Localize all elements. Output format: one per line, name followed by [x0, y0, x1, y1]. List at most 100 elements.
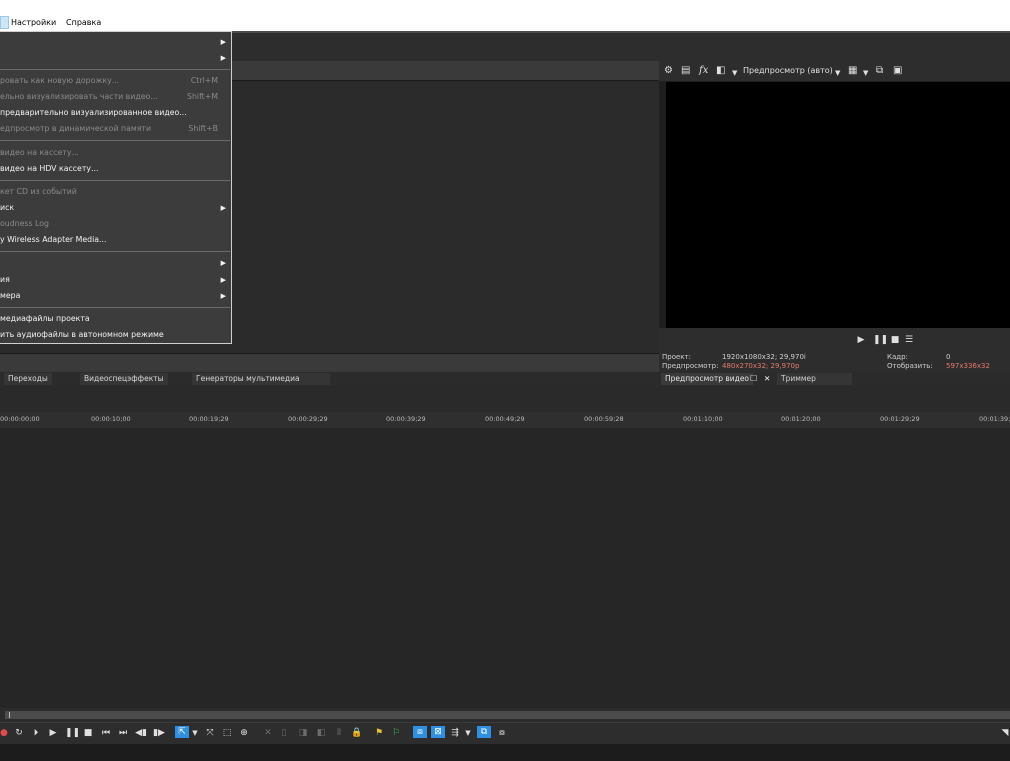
grid-icon[interactable]: ▦ [848, 65, 857, 77]
play-icon[interactable]: ▶ [48, 727, 58, 739]
scrollbar-grip [9, 712, 10, 718]
gear-icon[interactable]: ⚙ [664, 65, 673, 77]
trim-icon[interactable]: ▯ [279, 727, 289, 739]
scrollbar-thumb[interactable] [5, 711, 1010, 719]
menu-icon[interactable]: ☰ [904, 334, 914, 346]
tools-dropdown-menu: ▶ ▶ ровать как новую дорожку... Ctrl+M ел… [0, 31, 232, 344]
chevron-right-icon: ▶ [220, 276, 226, 284]
lock-envelopes-icon[interactable]: ⧉ [477, 726, 491, 738]
trim-start-icon[interactable]: ◨ [297, 727, 309, 739]
tab-trimmer[interactable]: Триммер [777, 373, 852, 385]
menu-help[interactable]: Справка [66, 18, 101, 27]
preview-properties-icon[interactable]: ▤ [681, 65, 690, 77]
menu-settings[interactable]: Настройки [11, 18, 56, 27]
ruler-tick: 00:01:20;00 [781, 415, 821, 423]
split-icon[interactable]: ⫴ [333, 727, 345, 739]
menu-item-loudness-log[interactable]: oudness Log [0, 216, 230, 232]
go-to-start-icon[interactable]: ⏮ [100, 727, 112, 739]
copy-snapshot-icon[interactable]: ⧉ [876, 65, 883, 77]
chevron-down-icon[interactable]: ▼ [464, 727, 472, 739]
chevron-down-icon[interactable]: ▼ [863, 67, 868, 79]
menu-item-highlighted[interactable] [0, 16, 9, 29]
pause-icon[interactable]: ❚❚ [65, 727, 80, 739]
menu-item-burn-cd[interactable]: кет CD из событий [0, 184, 230, 200]
menu-item-selectively-prerender[interactable]: ельно визуализировать части видео... Shif… [0, 89, 230, 105]
preview-quality-dropdown[interactable]: Предпросмотр (авто) [743, 66, 833, 75]
menu-separator [0, 69, 230, 70]
chevron-down-icon[interactable]: ▼ [835, 67, 840, 79]
pause-icon[interactable]: ❚❚ [873, 334, 888, 346]
trim-end-icon[interactable]: ◧ [315, 727, 327, 739]
stop-icon[interactable]: ■ [83, 727, 93, 739]
menu-item[interactable]: ия ▶ [0, 272, 230, 288]
menu-separator [0, 140, 230, 141]
explorer-pane-footer [0, 353, 659, 373]
menu-item-project-media[interactable]: медиафайлы проекта [0, 311, 230, 327]
menu-item[interactable]: ▶ [0, 34, 230, 50]
next-frame-icon[interactable]: ▮▶ [152, 727, 166, 739]
menu-item[interactable]: ▶ [0, 255, 230, 271]
tab-transitions[interactable]: Переходы [4, 373, 52, 385]
menu-separator [0, 180, 230, 181]
fx-icon[interactable]: fx [699, 65, 708, 77]
auto-crossfade-icon[interactable]: ⊠ [431, 726, 445, 738]
record-icon[interactable]: ● [0, 727, 8, 739]
menu-bar: Настройки Справка [0, 0, 1010, 31]
stop-icon[interactable]: ■ [890, 334, 900, 346]
menu-separator [0, 251, 230, 252]
play-icon[interactable]: ▶ [856, 334, 866, 346]
save-snapshot-icon[interactable]: ▣ [893, 65, 902, 77]
menu-item-print-to-hdv-tape[interactable]: видео на HDV кассету... [0, 161, 230, 177]
chevron-down-icon[interactable]: ▼ [191, 727, 199, 739]
normal-edit-tool-icon[interactable]: ⇱ [175, 726, 189, 738]
delete-icon[interactable]: ✕ [263, 727, 273, 739]
play-from-start-icon[interactable]: ⏵ [30, 727, 42, 739]
chevron-down-icon[interactable]: ▼ [732, 67, 737, 79]
previous-frame-icon[interactable]: ◀▮ [134, 727, 148, 739]
timeline-header [0, 386, 1010, 412]
snapping-icon[interactable]: ⧈ [413, 726, 427, 738]
zoom-tool-icon[interactable]: ⊕ [238, 727, 250, 739]
chevron-right-icon: ▶ [220, 204, 226, 212]
lock-icon[interactable]: 🔒 [351, 727, 362, 739]
project-value: 1920x1080x32; 29,970i [722, 353, 806, 361]
tab-media-generators[interactable]: Генераторы мультимедиа [192, 373, 330, 385]
menu-item-camera[interactable]: мера ▶ [0, 288, 230, 304]
tab-video-fx[interactable]: Видеоспецэффекты [80, 373, 168, 385]
menu-item-render-new-track[interactable]: ровать как новую дорожку... Ctrl+M [0, 73, 230, 89]
display-label: Отобразить: [887, 362, 933, 370]
project-label: Проект: [662, 353, 691, 361]
go-to-end-icon[interactable]: ⏭ [117, 727, 129, 739]
marker-icon[interactable]: ⚑ [374, 727, 384, 739]
chevron-right-icon: ▶ [220, 292, 226, 300]
auto-ripple-icon[interactable]: ⇶ [449, 727, 461, 739]
timeline-tracks[interactable] [0, 428, 1010, 708]
split-screen-icon[interactable]: ◧ [716, 65, 725, 77]
menu-item-offline-audio[interactable]: ить аудиофайлы в автономном режиме [0, 327, 230, 343]
menu-item-wireless-adapter[interactable]: y Wireless Adapter Media... [0, 232, 230, 248]
ignore-grouping-icon[interactable]: ⧇ [496, 727, 508, 739]
tab-video-preview[interactable]: Предпросмотр видео [661, 373, 754, 385]
preview-value: 480x270x32; 29,970p [722, 362, 800, 370]
menu-item-ram-preview[interactable]: едпросмотр в динамической памяти Shift+B [0, 121, 230, 137]
ruler-tick: 00:00:49;29 [485, 415, 525, 423]
corner-grip-icon[interactable]: ◥ [1000, 727, 1010, 739]
menu-separator [0, 307, 230, 308]
ruler-tick: 00:01:29;29 [880, 415, 920, 423]
ruler-tick: 00:00:29;29 [288, 415, 328, 423]
selection-tool-icon[interactable]: ⬚ [221, 727, 233, 739]
menu-item-print-to-tape[interactable]: видео на кассету... [0, 145, 230, 161]
timeline-ruler[interactable]: 00:00:00;00 00:00:10;00 00:00:19;29 00:0… [0, 412, 1010, 429]
close-icon[interactable]: ✕ [760, 373, 774, 385]
undock-icon[interactable]: ☐ [746, 373, 761, 385]
ruler-tick: 00:00:00;00 [0, 415, 40, 423]
envelope-tool-icon[interactable]: ⤧ [204, 727, 216, 739]
menu-item-disc[interactable]: иск ▶ [0, 200, 230, 216]
menu-item[interactable]: ▶ [0, 50, 230, 66]
video-preview-screen [666, 82, 1010, 328]
preview-label: Предпросмотр: [662, 362, 719, 370]
loop-icon[interactable]: ↻ [14, 727, 24, 739]
menu-item-prerendered-video[interactable]: предварительно визуализированное видео..… [0, 105, 230, 121]
ruler-tick: 00:00:10;00 [91, 415, 131, 423]
region-icon[interactable]: ⚐ [390, 727, 402, 739]
